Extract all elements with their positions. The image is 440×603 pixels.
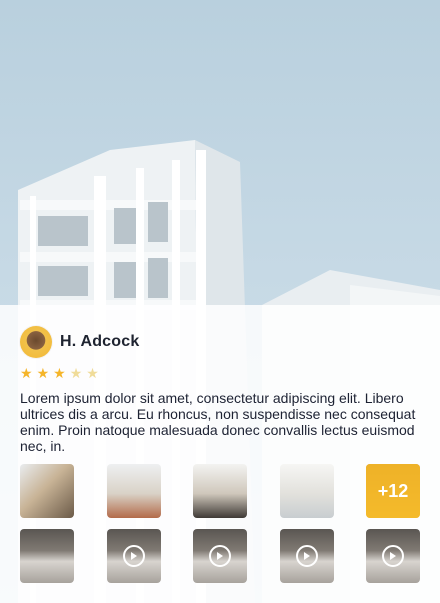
star-icon: ★ (36, 365, 50, 381)
more-count-label: +12 (366, 464, 420, 518)
gallery-more-button[interactable]: +12 (366, 464, 420, 518)
profile-header[interactable]: H. Adcock (20, 326, 139, 358)
gallery-video[interactable] (279, 529, 334, 583)
media-gallery: +12 (20, 464, 420, 583)
play-icon (295, 545, 318, 567)
star-icon: ★ (69, 365, 83, 381)
star-icon: ★ (53, 365, 66, 381)
gallery-video[interactable] (366, 529, 420, 583)
play-icon (122, 545, 145, 567)
rating-stars: ★ ★ ★ ★ ★ (20, 365, 99, 381)
play-icon (382, 545, 404, 567)
gallery-photo[interactable] (279, 464, 334, 518)
description-text: Lorem ipsum dolor sit amet, consectetur … (20, 390, 416, 454)
gallery-photo[interactable] (193, 464, 247, 518)
avatar[interactable] (20, 326, 52, 358)
profile-name: H. Adcock (60, 333, 140, 350)
gallery-video[interactable] (106, 529, 161, 583)
star-icon: ★ (20, 365, 33, 381)
gallery-photo[interactable] (20, 464, 74, 518)
gallery-photo[interactable] (106, 464, 161, 518)
gallery-video[interactable] (193, 529, 247, 583)
gallery-video[interactable] (20, 529, 74, 583)
play-icon (209, 545, 231, 567)
star-icon: ★ (86, 365, 99, 381)
